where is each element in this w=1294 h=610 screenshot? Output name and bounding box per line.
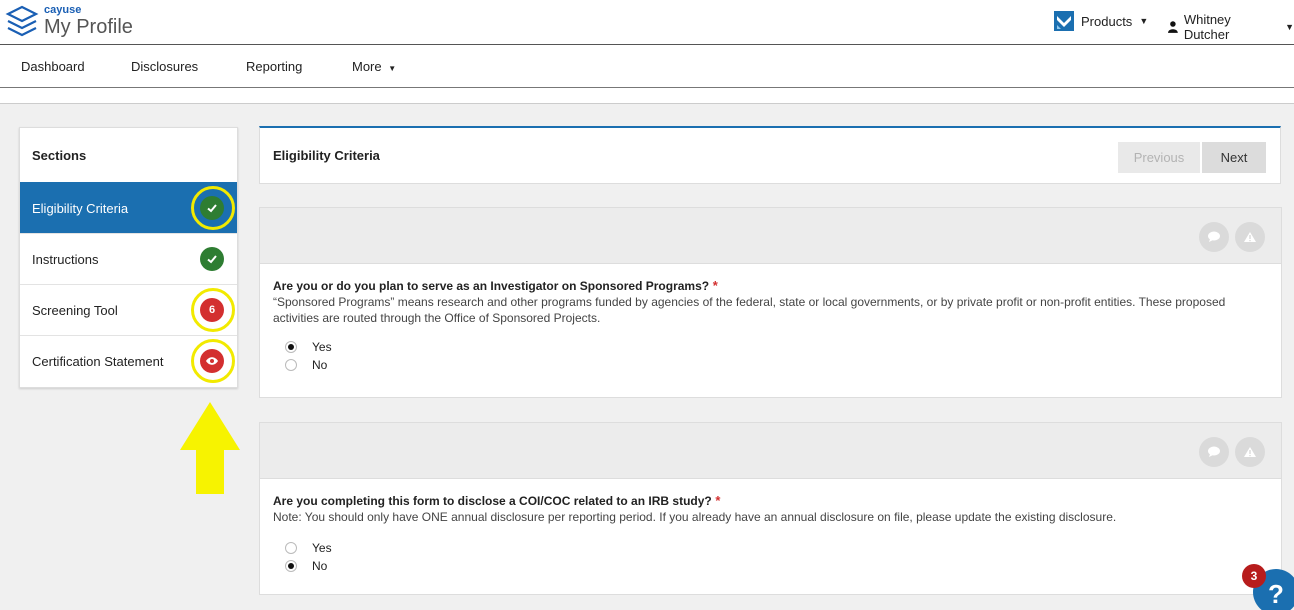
- comment-icon[interactable]: [1199, 222, 1229, 252]
- up-arrow-annotation-icon: [180, 402, 240, 494]
- question-toolbar: [260, 208, 1281, 264]
- warning-icon[interactable]: [1235, 437, 1265, 467]
- question-toolbar: [260, 423, 1281, 479]
- radio-button[interactable]: [285, 560, 297, 572]
- comment-icon[interactable]: [1199, 437, 1229, 467]
- brand-name: cayuse: [44, 4, 82, 16]
- radio-button[interactable]: [285, 542, 297, 554]
- question-text: Are you completing this form to disclose…: [273, 493, 1268, 508]
- products-icon: [1054, 11, 1074, 31]
- radio-button[interactable]: [285, 341, 297, 353]
- option-label: Yes: [312, 340, 332, 354]
- radio-option-no[interactable]: No: [285, 557, 1268, 575]
- radio-option-yes[interactable]: Yes: [285, 539, 1268, 557]
- section-instructions[interactable]: Instructions: [20, 233, 237, 284]
- chevron-down-icon: ▼: [1139, 16, 1149, 26]
- nav-reporting[interactable]: Reporting: [246, 59, 302, 74]
- nav-more-label: More: [352, 59, 382, 74]
- products-menu[interactable]: Products ▼: [1054, 11, 1148, 31]
- question-text: Are you or do you plan to serve as an In…: [273, 278, 1268, 293]
- page-title: Eligibility Criteria: [273, 148, 380, 163]
- section-label: Certification Statement: [32, 354, 164, 369]
- question-help-text: “Sponsored Programs” means research and …: [273, 295, 1226, 325]
- check-icon: [200, 196, 224, 220]
- required-marker: *: [712, 278, 718, 293]
- option-label: No: [312, 559, 328, 573]
- section-eligibility-criteria[interactable]: Eligibility Criteria: [20, 182, 237, 233]
- top-bar: cayuse My Profile Products ▼ Whitney Dut…: [0, 0, 1294, 45]
- previous-button[interactable]: Previous: [1118, 142, 1200, 173]
- radio-group: Yes No: [285, 539, 1268, 575]
- nav-dashboard[interactable]: Dashboard: [21, 59, 85, 74]
- required-marker: *: [715, 493, 721, 508]
- section-label: Instructions: [32, 252, 99, 267]
- next-button[interactable]: Next: [1202, 142, 1266, 173]
- check-icon: [200, 247, 224, 271]
- section-screening-tool[interactable]: Screening Tool 6: [20, 284, 237, 335]
- nav-more[interactable]: More ▼: [352, 59, 396, 74]
- radio-button[interactable]: [285, 359, 297, 371]
- question-card: Are you or do you plan to serve as an In…: [259, 207, 1282, 398]
- products-label: Products: [1081, 13, 1133, 29]
- section-label: Screening Tool: [32, 303, 118, 318]
- question-card: Are you completing this form to disclose…: [259, 422, 1282, 595]
- question-label: Are you completing this form to disclose…: [273, 494, 712, 508]
- app-logo[interactable]: cayuse My Profile: [4, 4, 133, 38]
- user-menu[interactable]: Whitney Dutcher ▼: [1168, 12, 1294, 42]
- subheader-band: [0, 88, 1294, 104]
- user-icon: [1168, 21, 1178, 33]
- cayuse-logo-icon: [5, 5, 39, 37]
- option-label: No: [312, 358, 328, 372]
- section-label: Eligibility Criteria: [32, 201, 129, 216]
- chevron-down-icon: ▼: [1285, 22, 1294, 32]
- radio-option-yes[interactable]: Yes: [285, 338, 1268, 356]
- nav-disclosures[interactable]: Disclosures: [131, 59, 198, 74]
- issue-count-badge: 6: [200, 298, 224, 322]
- eye-icon: [200, 349, 224, 373]
- question-label: Are you or do you plan to serve as an In…: [273, 279, 710, 293]
- help-widget[interactable]: 3 ?: [1242, 564, 1294, 610]
- user-name: Whitney Dutcher: [1183, 12, 1231, 42]
- sections-title: Sections: [32, 148, 87, 163]
- option-label: Yes: [312, 541, 332, 555]
- warning-icon[interactable]: [1235, 222, 1265, 252]
- main-nav: Dashboard Disclosures Reporting More ▼: [0, 45, 1294, 88]
- radio-option-no[interactable]: No: [285, 356, 1268, 374]
- radio-group: Yes No: [285, 338, 1268, 374]
- sections-panel: Sections Eligibility Criteria Instructio…: [19, 127, 238, 388]
- question-help-text: Note: You should only have ONE annual di…: [273, 510, 1117, 524]
- chevron-down-icon: ▼: [388, 64, 397, 73]
- section-header-card: Eligibility Criteria Previous Next: [259, 126, 1281, 184]
- section-certification-statement[interactable]: Certification Statement: [20, 335, 237, 386]
- help-notification-count: 3: [1242, 564, 1266, 588]
- app-title: My Profile: [44, 16, 133, 38]
